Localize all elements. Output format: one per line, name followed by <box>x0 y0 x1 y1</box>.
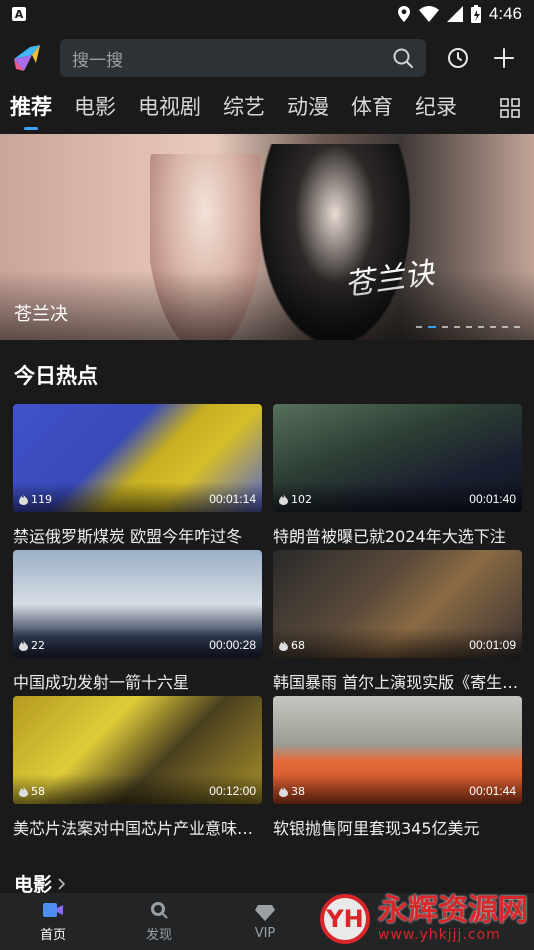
diamond-icon <box>255 905 275 921</box>
nav-label: VIP <box>254 926 276 941</box>
wifi-icon <box>418 6 439 22</box>
hero-banner[interactable]: 苍兰诀 苍兰决 <box>0 134 534 340</box>
clock: 4:46 <box>488 4 522 23</box>
tab-documentary[interactable]: 纪录 <box>415 88 457 126</box>
video-card[interactable]: 68 00:01:09 韩国暴雨 首尔上演现实版《寄生虫》 <box>273 550 522 696</box>
tab-movies[interactable]: 电影 <box>74 88 116 126</box>
view-count: 119 <box>19 493 52 506</box>
view-count: 38 <box>279 785 305 798</box>
search-icon <box>151 902 168 919</box>
view-count: 22 <box>19 639 45 652</box>
location-icon <box>397 6 410 22</box>
chevron-right-icon <box>58 877 66 890</box>
nav-home[interactable]: 首页 <box>0 893 106 950</box>
fire-icon <box>279 494 288 505</box>
video-title[interactable]: 韩国暴雨 首尔上演现实版《寄生虫》 <box>273 669 522 693</box>
video-duration: 00:12:00 <box>209 784 256 798</box>
video-grid: 119 00:01:14 禁运俄罗斯煤炭 欧盟今年咋过冬 102 00:01:4… <box>13 404 522 842</box>
view-count: 102 <box>279 493 312 506</box>
video-card[interactable]: 102 00:01:40 特朗普被曝已就2024年大选下注 <box>273 404 522 550</box>
app-header: 搜一搜 <box>0 36 534 80</box>
tab-variety[interactable]: 综艺 <box>223 88 265 126</box>
nav-vip[interactable]: VIP <box>212 893 318 950</box>
search-placeholder: 搜一搜 <box>72 50 123 71</box>
history-button[interactable] <box>444 44 472 72</box>
tab-anime[interactable]: 动漫 <box>287 88 329 126</box>
search-icon[interactable] <box>392 47 414 69</box>
video-card[interactable]: 38 00:01:44 软银抛售阿里套现345亿美元 <box>273 696 522 842</box>
tab-sports[interactable]: 体育 <box>351 88 393 126</box>
video-duration: 00:01:40 <box>469 492 516 506</box>
video-thumbnail[interactable]: 58 00:12:00 <box>13 696 262 804</box>
plus-icon <box>494 48 514 68</box>
video-duration: 00:00:28 <box>209 638 256 652</box>
fire-icon <box>19 640 28 651</box>
video-thumbnail[interactable]: 102 00:01:40 <box>273 404 522 512</box>
battery-icon <box>470 5 481 23</box>
section-title-hot: 今日热点 <box>14 364 98 388</box>
video-duration: 00:01:44 <box>469 784 516 798</box>
clock-icon <box>448 48 468 68</box>
video-thumbnail[interactable]: 38 00:01:44 <box>273 696 522 804</box>
fire-icon <box>279 786 288 797</box>
video-title[interactable]: 中国成功发射一箭十六星 <box>13 669 262 693</box>
fire-icon <box>19 494 28 505</box>
nav-label: 首页 <box>39 928 66 943</box>
video-title[interactable]: 特朗普被曝已就2024年大选下注 <box>273 523 522 547</box>
video-duration: 00:01:14 <box>209 492 256 506</box>
video-card[interactable]: 58 00:12:00 美芯片法案对中国芯片产业意味着什么 <box>13 696 262 842</box>
video-thumbnail[interactable]: 22 00:00:28 <box>13 550 262 658</box>
watermark-logo: YH <box>320 894 370 944</box>
tab-tv-series[interactable]: 电视剧 <box>138 88 201 126</box>
view-count: 58 <box>19 785 45 798</box>
fire-icon <box>279 640 288 651</box>
category-grid-icon[interactable] <box>500 98 520 118</box>
search-input[interactable]: 搜一搜 <box>60 39 426 77</box>
fire-icon <box>19 786 28 797</box>
tab-recommend[interactable]: 推荐 <box>10 88 52 126</box>
video-card[interactable]: 22 00:00:28 中国成功发射一箭十六星 <box>13 550 262 696</box>
add-button[interactable] <box>490 44 518 72</box>
video-thumbnail[interactable]: 68 00:01:09 <box>273 550 522 658</box>
nav-discover[interactable]: 发现 <box>106 893 212 950</box>
app-logo-icon[interactable] <box>10 41 44 75</box>
category-tabs: 推荐 电影 电视剧 综艺 动漫 体育 纪录 <box>0 88 534 130</box>
video-thumbnail[interactable]: 119 00:01:14 <box>13 404 262 512</box>
nav-label: 发现 <box>145 928 172 943</box>
notification-icon: A <box>12 7 26 21</box>
video-camera-icon <box>43 903 63 917</box>
signal-icon <box>446 6 463 22</box>
watermark: YH 永辉资源网 www.yhkjjj.com <box>320 888 528 950</box>
video-card[interactable]: 119 00:01:14 禁运俄罗斯煤炭 欧盟今年咋过冬 <box>13 404 262 550</box>
banner-title: 苍兰决 <box>14 304 68 325</box>
status-bar: A 4:46 <box>0 0 534 28</box>
video-title[interactable]: 软银抛售阿里套现345亿美元 <box>273 815 522 839</box>
view-count: 68 <box>279 639 305 652</box>
watermark-url: www.yhkjjj.com <box>378 927 501 943</box>
video-title[interactable]: 美芯片法案对中国芯片产业意味着什么 <box>13 815 262 839</box>
carousel-indicator <box>416 326 520 328</box>
video-duration: 00:01:09 <box>469 638 516 652</box>
video-title[interactable]: 禁运俄罗斯煤炭 欧盟今年咋过冬 <box>13 523 262 547</box>
watermark-name: 永辉资源网 <box>378 893 528 928</box>
